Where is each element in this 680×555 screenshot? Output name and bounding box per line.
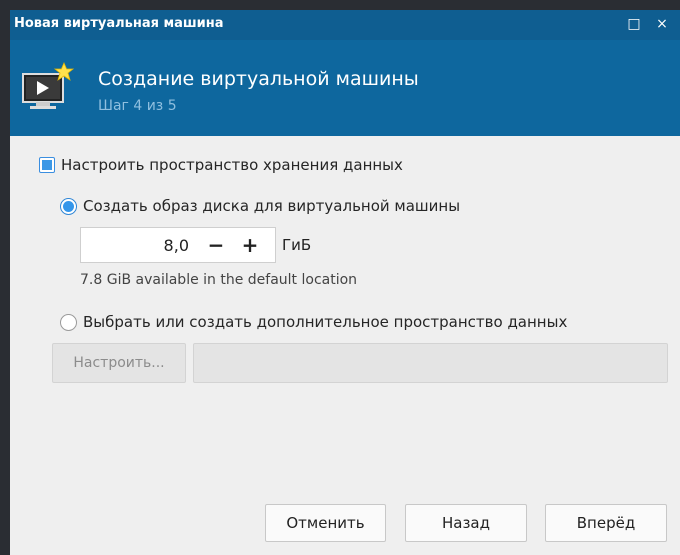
storage-path-field[interactable] bbox=[193, 343, 668, 383]
new-vm-window: Новая виртуальная машина □ × Создание ви… bbox=[10, 10, 680, 555]
select-existing-storage-radio[interactable]: Выбрать или создать дополнительное прост… bbox=[60, 313, 567, 331]
wizard-header: Создание виртуальной машины Шаг 4 из 5 bbox=[10, 40, 680, 136]
decrement-button[interactable]: − bbox=[199, 233, 233, 257]
wizard-step: Шаг 4 из 5 bbox=[98, 98, 177, 114]
storage-page: Настроить пространство хранения данных С… bbox=[10, 136, 680, 555]
maximize-button[interactable]: □ bbox=[624, 14, 644, 34]
select-existing-storage-label: Выбрать или создать дополнительное прост… bbox=[83, 313, 568, 331]
title-bar[interactable]: Новая виртуальная машина □ × bbox=[10, 10, 680, 40]
create-disk-image-radio[interactable]: Создать образ диска для виртуальной маши… bbox=[60, 197, 460, 215]
back-button[interactable]: Назад bbox=[405, 504, 527, 542]
size-unit-label: ГиБ bbox=[282, 236, 312, 254]
enable-storage-label: Настроить пространство хранения данных bbox=[61, 156, 403, 174]
increment-button[interactable]: + bbox=[233, 233, 267, 257]
close-button[interactable]: × bbox=[652, 14, 672, 34]
cancel-button[interactable]: Отменить bbox=[265, 504, 386, 542]
vm-monitor-new-icon bbox=[22, 61, 82, 120]
disk-size-input[interactable]: 8,0 bbox=[81, 236, 199, 255]
enable-storage-checkbox[interactable]: Настроить пространство хранения данных bbox=[39, 156, 403, 174]
available-space-text: 7.8 GiB available in the default locatio… bbox=[80, 272, 358, 288]
checkbox-checked-icon bbox=[39, 157, 55, 173]
create-disk-image-label: Создать образ диска для виртуальной маши… bbox=[83, 197, 461, 215]
disk-size-spinbox[interactable]: 8,0 − + bbox=[80, 227, 276, 263]
forward-button[interactable]: Вперёд bbox=[545, 504, 667, 542]
wizard-title: Создание виртуальной машины bbox=[98, 68, 419, 90]
radio-selected-icon bbox=[60, 197, 77, 215]
configure-storage-button[interactable]: Настроить... bbox=[52, 343, 186, 383]
radio-unselected-icon bbox=[60, 313, 77, 331]
window-title: Новая виртуальная машина bbox=[14, 16, 224, 31]
